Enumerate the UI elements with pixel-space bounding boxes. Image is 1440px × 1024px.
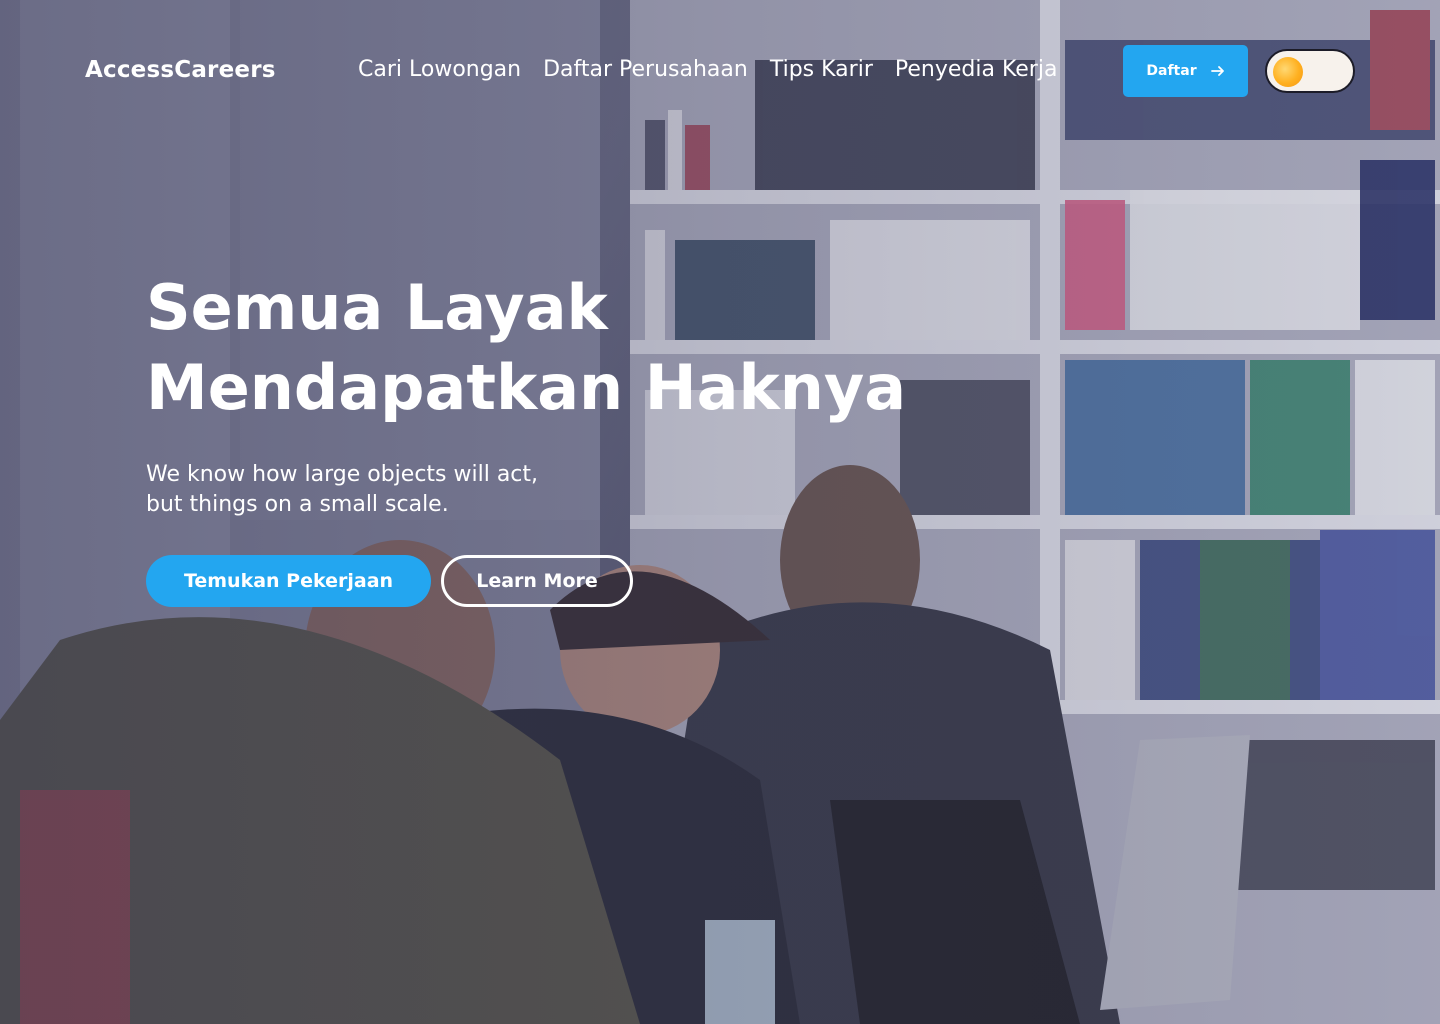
nav-link-cari-lowongan[interactable]: Cari Lowongan	[358, 57, 521, 82]
nav-link-tips-karir[interactable]: Tips Karir	[770, 57, 873, 82]
nav-link-penyedia-kerja[interactable]: Penyedia Kerja	[895, 57, 1058, 82]
hero-title-line-1: Semua Layak	[146, 271, 608, 344]
nav-link-daftar-perusahaan[interactable]: Daftar Perusahaan	[543, 57, 748, 82]
find-jobs-button[interactable]: Temukan Pekerjaan	[146, 555, 431, 607]
hero-title-line-2: Mendapatkan Haknya	[146, 351, 907, 424]
hero-subtitle-line-1: We know how large objects will act,	[146, 462, 539, 487]
hero-section: AccessCareers Cari Lowongan Daftar Perus…	[0, 0, 1440, 1024]
learn-more-button[interactable]: Learn More	[441, 555, 633, 607]
hero-title: Semua Layak Mendapatkan Haknya	[146, 268, 966, 428]
theme-toggle[interactable]	[1265, 49, 1355, 93]
sun-icon	[1273, 57, 1303, 87]
brand-logo[interactable]: AccessCareers	[85, 57, 276, 83]
hero-subtitle: We know how large objects will act, but …	[146, 460, 616, 520]
main-nav: Cari Lowongan Daftar Perusahaan Tips Kar…	[358, 57, 1057, 82]
register-button-label: Daftar	[1146, 63, 1197, 79]
hero-subtitle-line-2: but things on a small scale.	[146, 492, 449, 517]
arrow-right-icon	[1210, 65, 1225, 77]
register-button[interactable]: Daftar	[1123, 45, 1248, 97]
